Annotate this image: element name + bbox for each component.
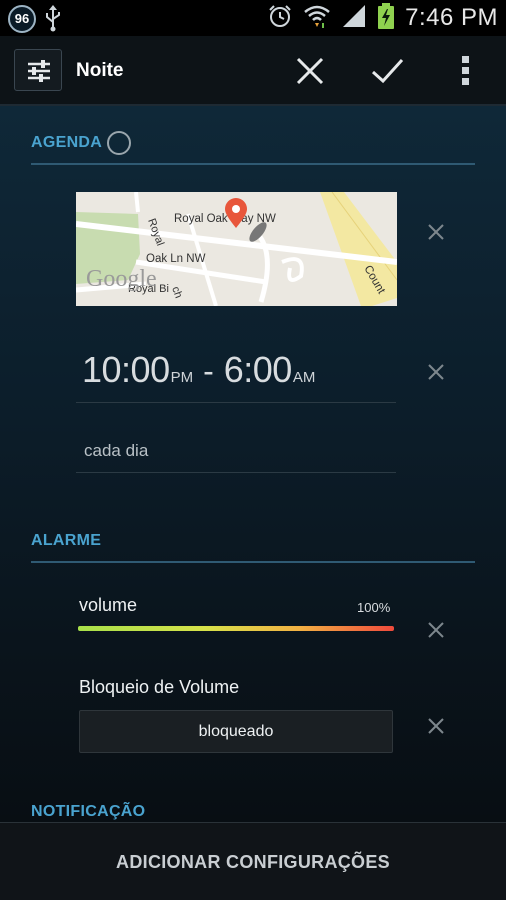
volume-lock-button[interactable]: bloqueado [79,710,393,753]
section-divider [31,163,475,165]
time-end-ampm: AM [292,369,316,386]
map-street-label: Oak Ln NW [146,253,206,265]
overflow-menu-icon[interactable] [448,50,484,92]
close-icon[interactable] [289,50,331,92]
time-separator: - [203,353,214,389]
volume-percent: 100% [357,600,391,615]
agenda-toggle[interactable] [107,131,131,155]
divider [76,402,396,403]
wifi-icon [303,3,331,34]
section-divider [31,561,475,563]
divider [76,472,396,473]
volume-label: volume [79,595,138,615]
location-map[interactable]: Royal Oak Way NW Oak Ln NW Royal Royal B… [76,192,397,306]
time-range[interactable]: 10:00PM -6:00AM [82,349,315,391]
settings-content: AGENDA Royal Oak Way NW Oak Ln NW Royal … [0,106,506,822]
time-start-ampm: PM [170,369,194,386]
signal-icon [341,3,367,34]
remove-volume-icon[interactable] [424,618,448,642]
remove-time-icon[interactable] [424,360,448,384]
repeat-selector[interactable]: cada dia [84,441,148,461]
alarm-icon [267,3,293,34]
usb-icon [44,4,62,37]
battery-charging-icon [377,2,395,35]
remove-volume-lock-icon[interactable] [424,714,448,738]
map-street-label: Royal Oak Way NW [174,213,276,225]
volume-slider[interactable] [78,626,394,631]
bottom-bar: ADICIONAR CONFIGURAÇÕES [0,822,506,900]
settings-sliders-icon[interactable] [14,49,62,91]
time-start: 10:00 [82,349,170,390]
volume-lock-label: Bloqueio de Volume [79,677,240,697]
section-header-agenda: AGENDA [31,134,103,151]
add-settings-button[interactable]: ADICIONAR CONFIGURAÇÕES [0,823,506,900]
remove-location-icon[interactable] [424,220,448,244]
action-bar: Noite [0,36,506,106]
google-logo: Google [86,266,157,292]
time-end: 6:00 [223,349,293,390]
section-header-notificacao: NOTIFICAÇÃO [31,803,146,820]
notification-count-badge: 96 [8,5,36,33]
check-icon[interactable] [366,50,408,92]
page-title: Noite [76,60,124,81]
clock-time: 7:46 PM [405,4,498,31]
status-bar: 96 7:46 PM [0,0,506,36]
section-header-alarme: ALARME [31,532,102,549]
